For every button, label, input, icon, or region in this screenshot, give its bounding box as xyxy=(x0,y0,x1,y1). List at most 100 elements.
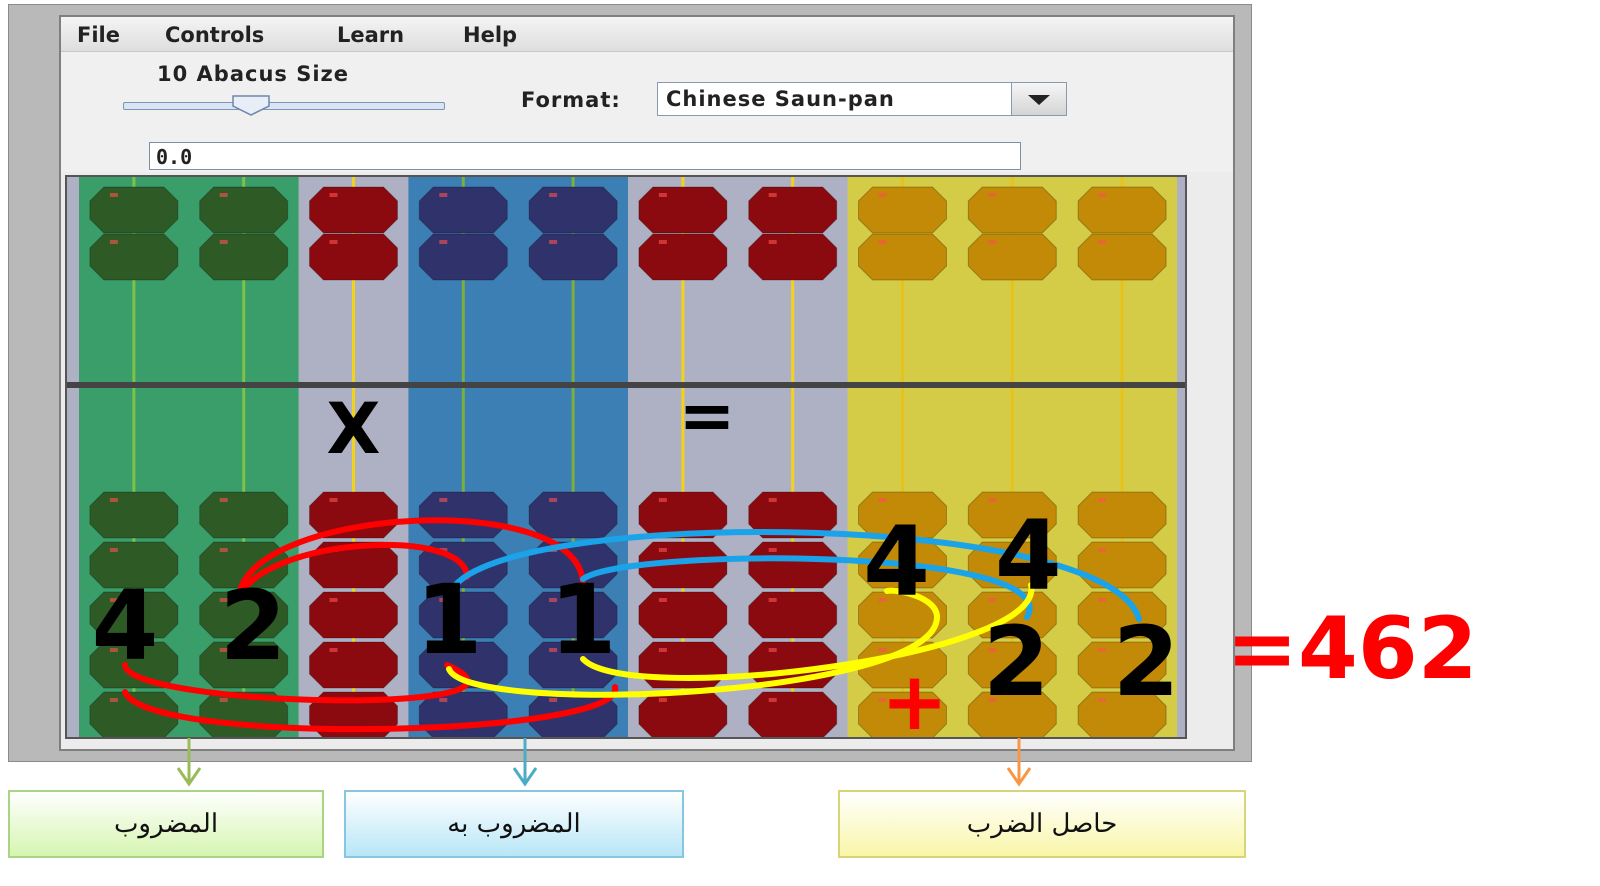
abacus-bead[interactable] xyxy=(638,641,728,689)
bead-highlight xyxy=(549,193,558,197)
abacus-bead[interactable] xyxy=(858,186,947,234)
bead-highlight xyxy=(658,193,667,197)
abacus-bead[interactable] xyxy=(309,591,398,639)
format-dropdown[interactable]: Chinese Saun-pan xyxy=(657,82,1067,116)
bead-highlight xyxy=(109,548,118,552)
abacus-panel: X = 4 2 1 1 4 4 2 2 + xyxy=(65,175,1187,739)
digit-multiplicand-2: 2 xyxy=(220,570,287,682)
abacus-bead[interactable] xyxy=(418,491,508,539)
bead-highlight xyxy=(109,193,118,197)
format-label: Format: xyxy=(521,88,621,112)
operator-x: X xyxy=(327,388,381,470)
bead-highlight xyxy=(1098,548,1107,552)
menu-help[interactable]: Help xyxy=(463,23,517,47)
bead-highlight xyxy=(658,598,667,602)
bead-highlight xyxy=(768,193,777,197)
bead-highlight xyxy=(658,648,667,652)
bead-highlight xyxy=(549,498,558,502)
abacus-bead[interactable] xyxy=(748,233,838,281)
abacus-frame[interactable]: X =4 2 1 14 42 2+ xyxy=(67,177,1185,737)
abacus-value-field[interactable]: 0.0 xyxy=(149,142,1021,170)
bead-highlight xyxy=(768,598,777,602)
abacus-bead[interactable] xyxy=(1077,233,1167,281)
abacus-bead[interactable] xyxy=(748,691,838,737)
bead-highlight xyxy=(109,498,118,502)
abacus-bead[interactable] xyxy=(89,186,179,234)
dropdown-arrow-button[interactable] xyxy=(1011,83,1066,115)
bead-highlight xyxy=(549,698,558,702)
abacus-beam xyxy=(67,382,1185,388)
bead-highlight xyxy=(439,193,448,197)
abacus-bead[interactable] xyxy=(89,233,179,281)
abacus-bead[interactable] xyxy=(967,186,1057,234)
abacus-bead[interactable] xyxy=(418,233,508,281)
abacus-bead[interactable] xyxy=(967,233,1057,281)
abacus-bead[interactable] xyxy=(309,186,398,234)
menu-controls[interactable]: Controls xyxy=(165,23,264,47)
multiplicand-label: المضروب xyxy=(8,790,324,858)
abacus-app-window: File Controls Learn Help 10 Abacus Size … xyxy=(59,15,1235,751)
bead-highlight xyxy=(439,240,448,244)
bead-highlight xyxy=(1098,498,1107,502)
slider-thumb[interactable] xyxy=(231,94,271,116)
product-label: حاصل الضرب xyxy=(838,790,1246,858)
abacus-bead[interactable] xyxy=(748,591,838,639)
abacus-bead[interactable] xyxy=(638,186,728,234)
digit-product-2: 2 xyxy=(1113,606,1180,718)
abacus-bead[interactable] xyxy=(309,641,398,689)
abacus-bead[interactable] xyxy=(748,186,838,234)
abacus-bead[interactable] xyxy=(199,491,289,539)
digit-product-4: 4 xyxy=(863,506,930,618)
bead-highlight xyxy=(439,498,448,502)
abacus-size-slider[interactable] xyxy=(123,94,445,116)
abacus-bead[interactable] xyxy=(418,186,508,234)
bead-highlight xyxy=(768,498,777,502)
bead-highlight xyxy=(219,698,228,702)
bead-highlight xyxy=(878,240,887,244)
digit-multiplier-1: 1 xyxy=(550,564,617,676)
abacus-bead[interactable] xyxy=(309,491,398,539)
abacus-bead[interactable] xyxy=(638,233,728,281)
abacus-bead[interactable] xyxy=(638,591,728,639)
abacus-bead[interactable] xyxy=(199,186,289,234)
digit-multiplier-1: 1 xyxy=(416,564,483,676)
bead-highlight xyxy=(768,548,777,552)
menu-learn[interactable]: Learn xyxy=(337,23,404,47)
arrow-down-icon xyxy=(512,738,538,787)
bead-highlight xyxy=(219,498,228,502)
bead-highlight xyxy=(109,698,118,702)
bead-highlight xyxy=(768,240,777,244)
product-result: =462 xyxy=(1226,599,1478,699)
abacus-bead[interactable] xyxy=(858,233,947,281)
bead-highlight xyxy=(988,240,997,244)
menu-file[interactable]: File xyxy=(77,23,120,47)
bead-highlight xyxy=(658,548,667,552)
abacus-bead[interactable] xyxy=(199,233,289,281)
bead-highlight xyxy=(219,240,228,244)
abacus-bead[interactable] xyxy=(1077,541,1167,589)
product-label-text: حاصل الضرب xyxy=(966,809,1118,839)
bead-highlight xyxy=(878,498,887,502)
abacus-bead[interactable] xyxy=(638,691,728,737)
digit-multiplicand-4: 4 xyxy=(92,570,159,682)
bead-highlight xyxy=(1098,240,1107,244)
toolbar: 10 Abacus Size Format: Chinese Saun-pan … xyxy=(61,52,1233,172)
operator-equals: = xyxy=(679,377,736,456)
abacus-bead[interactable] xyxy=(1077,491,1167,539)
abacus-bead[interactable] xyxy=(748,541,838,589)
abacus-bead[interactable] xyxy=(309,233,398,281)
abacus-bead[interactable] xyxy=(1077,186,1167,234)
menu-bar: File Controls Learn Help xyxy=(61,17,1233,52)
abacus-size-label: 10 Abacus Size xyxy=(157,62,349,86)
slider-track[interactable] xyxy=(123,102,445,110)
abacus-bead[interactable] xyxy=(528,233,618,281)
bead-highlight xyxy=(658,698,667,702)
abacus-bead[interactable] xyxy=(89,491,179,539)
multiplicand-label-text: المضروب xyxy=(113,809,219,839)
abacus-bead[interactable] xyxy=(528,186,618,234)
plus-sign: + xyxy=(881,655,948,737)
bead-highlight xyxy=(109,240,118,244)
abacus-bead[interactable] xyxy=(528,491,618,539)
bead-highlight xyxy=(1098,598,1107,602)
bead-highlight xyxy=(658,240,667,244)
